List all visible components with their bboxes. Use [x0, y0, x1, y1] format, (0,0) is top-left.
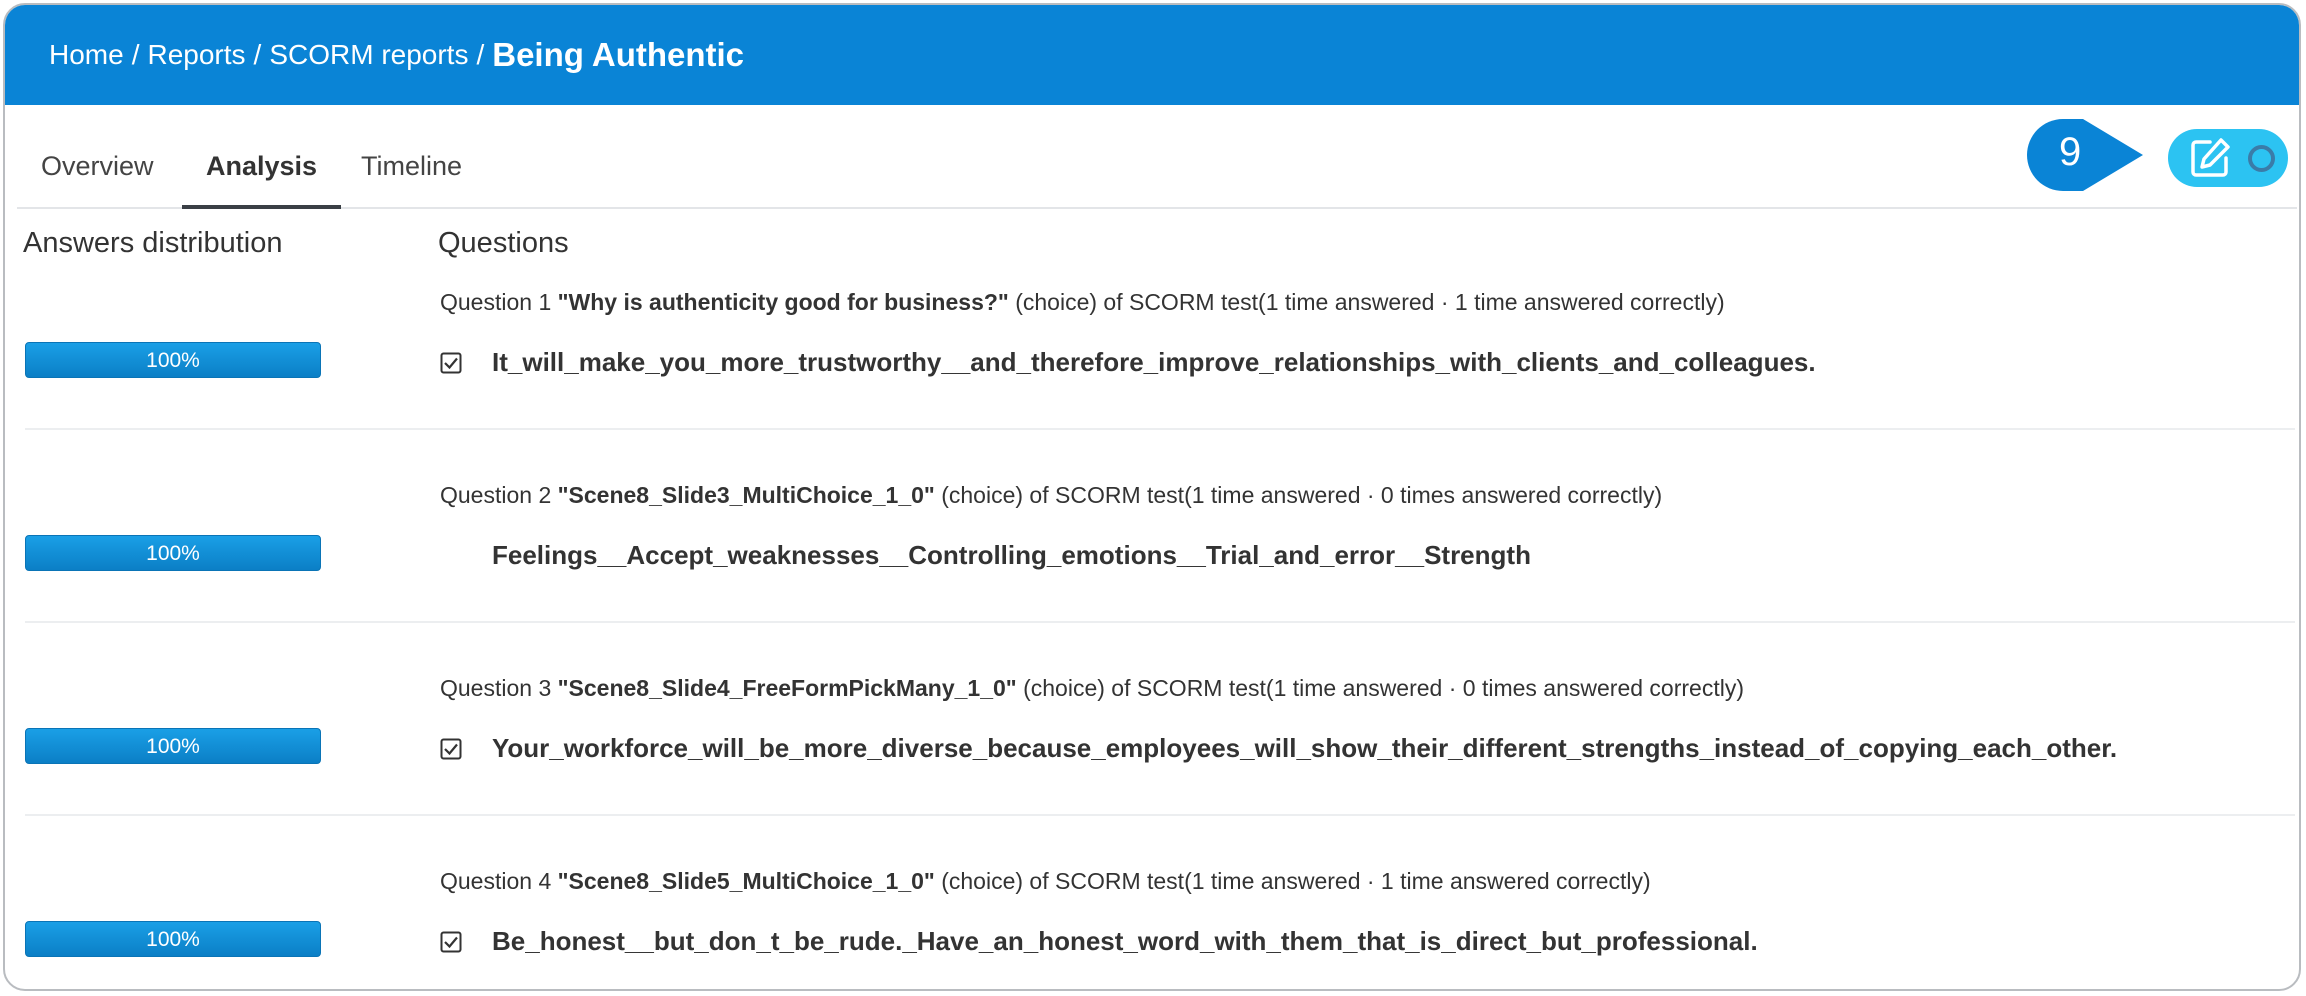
- toggle-indicator[interactable]: [2248, 144, 2275, 172]
- step-marker: 9: [2027, 119, 2143, 191]
- question-label: Question 1: [440, 289, 552, 315]
- header-bar: Home / Reports / SCORM reports / Being A…: [5, 5, 2299, 105]
- row-divider: [25, 814, 2295, 816]
- checkbox-empty-space: [440, 545, 462, 567]
- question-label: Question 4: [440, 868, 552, 894]
- tab-overview[interactable]: Overview: [17, 105, 178, 209]
- answer-option: Feelings__Accept_weaknesses__Controlling…: [440, 540, 1531, 571]
- question-header: Question 1 "Why is authenticity good for…: [440, 289, 1725, 316]
- question-row: 100% Question 2 "Scene8_Slide3_MultiChoi…: [25, 468, 2295, 658]
- answer-option: Your_workforce_will_be_more_diverse_beca…: [440, 733, 2117, 764]
- answer-option: It_will_make_you_more_trustworthy__and_t…: [440, 347, 1816, 378]
- checkbox-checked-icon: [440, 738, 462, 759]
- answer-distribution-bar: 100%: [25, 342, 321, 378]
- question-row: 100% Question 3 "Scene8_Slide4_FreeFormP…: [25, 661, 2295, 851]
- breadcrumb-home[interactable]: Home: [49, 39, 124, 71]
- answer-text: Your_workforce_will_be_more_diverse_beca…: [492, 733, 2118, 763]
- question-label: Question 3: [440, 675, 552, 701]
- answers-distribution-heading: Answers distribution: [23, 227, 283, 259]
- edit-icon: [2191, 138, 2230, 177]
- questions-heading: Questions: [438, 227, 569, 259]
- step-marker-number: 9: [2059, 130, 2081, 174]
- breadcrumb-scorm-reports[interactable]: SCORM reports: [269, 39, 468, 71]
- breadcrumb-separator: /: [253, 39, 262, 70]
- row-divider: [25, 621, 2295, 623]
- breadcrumb-separator: /: [476, 39, 485, 70]
- question-meta: (choice) of SCORM test(1 time answered ·…: [1023, 675, 1744, 701]
- question-meta: (choice) of SCORM test(1 time answered ·…: [941, 868, 1651, 894]
- page-title: Being Authentic: [492, 36, 745, 73]
- question-title: "Scene8_Slide4_FreeFormPickMany_1_0": [557, 675, 1017, 701]
- answer-text: Feelings__Accept_weaknesses__Controlling…: [492, 540, 1531, 570]
- tab-timeline[interactable]: Timeline: [337, 105, 486, 209]
- checkbox-checked-icon: [440, 352, 462, 373]
- report-window: Home / Reports / SCORM reports / Being A…: [3, 3, 2301, 991]
- question-title: "Why is authenticity good for business?": [557, 289, 1009, 315]
- breadcrumb-separator: /: [131, 39, 140, 70]
- question-title: "Scene8_Slide3_MultiChoice_1_0": [557, 482, 935, 508]
- tab-analysis[interactable]: Analysis: [182, 105, 342, 209]
- question-meta: (choice) of SCORM test(1 time answered ·…: [1015, 289, 1725, 315]
- breadcrumb-reports[interactable]: Reports: [147, 39, 245, 71]
- question-header: Question 2 "Scene8_Slide3_MultiChoice_1_…: [440, 482, 1662, 509]
- answer-text: Be_honest__but_don_t_be_rude._Have_an_ho…: [492, 926, 1758, 956]
- question-label: Question 2: [440, 482, 552, 508]
- question-title: "Scene8_Slide5_MultiChoice_1_0": [557, 868, 935, 894]
- checkbox-checked-icon: [440, 931, 462, 952]
- answer-option: Be_honest__but_don_t_be_rude._Have_an_ho…: [440, 926, 1758, 957]
- answer-text: It_will_make_you_more_trustworthy__and_t…: [492, 347, 1816, 377]
- question-row: 100% Question 1 "Why is authenticity goo…: [25, 275, 2295, 465]
- question-header: Question 4 "Scene8_Slide5_MultiChoice_1_…: [440, 868, 1651, 895]
- edit-toggle-button[interactable]: [2168, 129, 2288, 187]
- row-divider: [25, 428, 2295, 430]
- question-meta: (choice) of SCORM test(1 time answered ·…: [941, 482, 1663, 508]
- tab-bar: Overview Analysis Timeline: [17, 105, 2297, 209]
- question-header: Question 3 "Scene8_Slide4_FreeFormPickMa…: [440, 675, 1744, 702]
- question-row: 100% Question 4 "Scene8_Slide5_MultiChoi…: [25, 854, 2295, 989]
- answer-distribution-bar: 100%: [25, 535, 321, 571]
- answer-distribution-bar: 100%: [25, 921, 321, 957]
- answer-distribution-bar: 100%: [25, 728, 321, 764]
